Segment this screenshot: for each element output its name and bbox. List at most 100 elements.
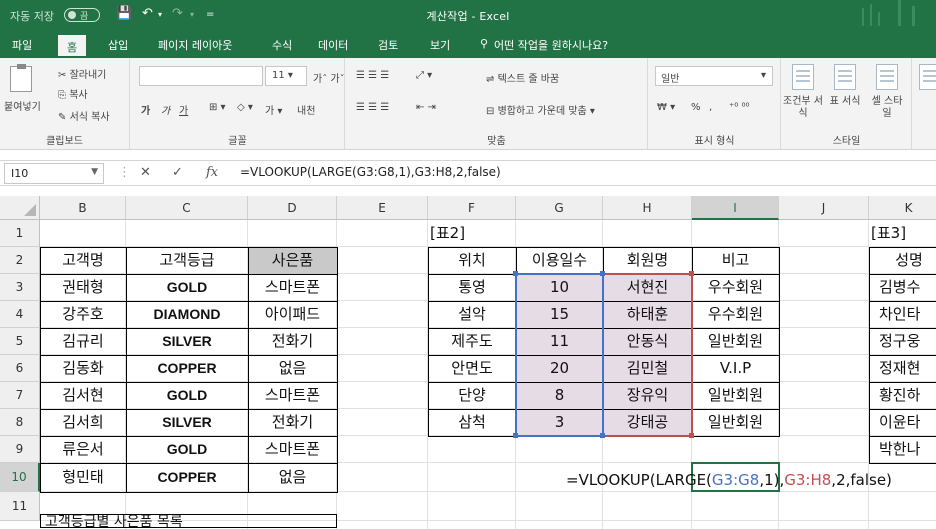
tab-page-layout[interactable]: 페이지 레이아웃 [158, 37, 232, 53]
table3-name[interactable]: 박한나 [869, 436, 936, 463]
table3-name[interactable]: 정재현 [869, 355, 936, 382]
column-header-j[interactable]: J [779, 196, 869, 220]
orientation-icon[interactable]: ⤢ ▾ [416, 70, 432, 81]
table1-grade[interactable]: COPPER [126, 463, 248, 492]
table1-gift[interactable]: 스마트폰 [248, 436, 337, 463]
column-header-d[interactable]: D [248, 196, 337, 220]
tab-insert[interactable]: 삽입 [108, 37, 128, 53]
table1-grade[interactable]: COPPER [126, 355, 248, 382]
range-handle[interactable] [689, 271, 694, 276]
table2-header[interactable]: 이용일수 [516, 247, 603, 274]
font-color-icon[interactable]: 가 ▾ [265, 102, 282, 117]
table1-name[interactable]: 강주호 [40, 301, 126, 328]
table3-name[interactable]: 이윤타 [869, 409, 936, 436]
table2-note[interactable]: 일반회원 [692, 328, 779, 355]
insert-function-icon[interactable]: fx [206, 165, 218, 180]
table1-grade[interactable]: SILVER [126, 409, 248, 436]
paste-icon[interactable] [10, 64, 32, 92]
insert-cells-icon[interactable] [919, 64, 936, 90]
enter-icon[interactable]: ✓ [172, 165, 183, 180]
table1-grade[interactable]: DIAMOND [126, 301, 248, 328]
tab-formulas[interactable]: 수식 [272, 37, 292, 53]
font-name-field[interactable] [139, 66, 263, 86]
table1-name[interactable]: 김서희 [40, 409, 126, 436]
table2-note[interactable]: V.I.P [692, 355, 779, 382]
conditional-format-button[interactable]: 조건부 서식 [782, 96, 824, 120]
row-header-8[interactable]: 8 [0, 409, 40, 436]
column-header-k[interactable]: K [869, 196, 936, 220]
copy-button[interactable]: ⎘ 복사 [58, 86, 88, 101]
table1-gift[interactable]: 아이패드 [248, 301, 337, 328]
conditional-format-icon[interactable] [792, 64, 814, 90]
row-header-5[interactable]: 5 [0, 328, 40, 355]
tab-file[interactable]: 파일 [12, 37, 32, 53]
table3-name[interactable]: 차인타 [869, 301, 936, 328]
indent-icon[interactable]: ⇤ ⇥ [416, 102, 436, 113]
percent-button[interactable]: % [691, 102, 701, 113]
table2-note[interactable]: 우수회원 [692, 301, 779, 328]
table2-note[interactable]: 우수회원 [692, 274, 779, 301]
column-header-g[interactable]: G [516, 196, 603, 220]
table1-header[interactable]: 사은품 [248, 247, 337, 274]
table-format-icon[interactable] [834, 64, 856, 90]
top-align-icon[interactable]: ☰ ☰ ☰ [356, 70, 389, 81]
table1-grade[interactable]: GOLD [126, 382, 248, 409]
cell-styles-button[interactable]: 셀 스타일 [868, 96, 906, 120]
table2-location[interactable]: 통영 [428, 274, 516, 301]
row-header-7[interactable]: 7 [0, 382, 40, 409]
table3-name[interactable]: 황진하 [869, 382, 936, 409]
table1-gift[interactable]: 스마트폰 [248, 274, 337, 301]
table-format-button[interactable]: 표 서식 [828, 96, 862, 108]
wrap-text-button[interactable]: ⇌ 텍스트 줄 바꿈 [486, 70, 559, 85]
row-header-11[interactable]: 11 [0, 492, 40, 521]
italic-button[interactable]: 가 [161, 102, 170, 117]
table1-gift[interactable]: 없음 [248, 463, 337, 492]
select-all-corner[interactable] [0, 196, 40, 220]
formula-input[interactable]: =VLOOKUP(LARGE(G3:G8,1),G3:H8,2,false) [240, 165, 501, 179]
tab-view[interactable]: 보기 [430, 37, 450, 53]
table1-grade[interactable]: GOLD [126, 274, 248, 301]
tab-data[interactable]: 데이터 [318, 37, 348, 53]
cancel-icon[interactable]: ✕ [140, 165, 151, 180]
table1-name[interactable]: 권태형 [40, 274, 126, 301]
table1-gift[interactable]: 전화기 [248, 328, 337, 355]
cell-edit-formula[interactable]: =VLOOKUP(LARGE(G3:G8,1),G3:H8,2,false) [566, 467, 908, 493]
table2-note[interactable]: 일반회원 [692, 382, 779, 409]
range-handle[interactable] [600, 271, 605, 276]
table2-header[interactable]: 비고 [692, 247, 779, 274]
column-header-c[interactable]: C [126, 196, 248, 220]
table1-grade[interactable]: GOLD [126, 436, 248, 463]
decimal-icon[interactable]: ⁺⁰ ⁰⁰ [729, 102, 749, 113]
table1-header[interactable]: 고객등급 [126, 247, 248, 274]
table1-gift[interactable]: 스마트폰 [248, 382, 337, 409]
table1-name[interactable]: 형민태 [40, 463, 126, 492]
range-handle[interactable] [513, 271, 518, 276]
grow-font-icon[interactable]: 가ˆ 가ˇ [313, 70, 345, 85]
table2-location[interactable]: 안면도 [428, 355, 516, 382]
merge-center-button[interactable]: ⊟ 병합하고 가운데 맞춤 ▾ [486, 102, 595, 117]
range-handle[interactable] [600, 433, 605, 438]
table2-label[interactable]: [표2] [428, 220, 516, 247]
cut-button[interactable]: ✂ 잘라내기 [58, 66, 106, 81]
table2-location[interactable]: 단양 [428, 382, 516, 409]
row-header-2[interactable]: 2 [0, 247, 40, 274]
table1-name[interactable]: 김규리 [40, 328, 126, 355]
table2-header[interactable]: 회원명 [603, 247, 692, 274]
table1-name[interactable]: 류은서 [40, 436, 126, 463]
left-align-icon[interactable]: ☰ ☰ ☰ [356, 102, 389, 113]
table3-name[interactable]: 김병수 [869, 274, 936, 301]
phonetic-button[interactable]: 내천 [297, 102, 315, 117]
comma-button[interactable]: , [709, 102, 712, 113]
tell-me-search[interactable]: 어떤 작업을 원하시나요? [494, 37, 608, 53]
table2-location[interactable]: 삼척 [428, 409, 516, 436]
column-header-e[interactable]: E [337, 196, 428, 220]
row-header-10[interactable]: 10 [0, 463, 40, 492]
table2-location[interactable]: 설악 [428, 301, 516, 328]
underline-button[interactable]: 가 [179, 102, 188, 117]
column-header-b[interactable]: B [40, 196, 126, 220]
table1-gift[interactable]: 없음 [248, 355, 337, 382]
table1-header[interactable]: 고객명 [40, 247, 126, 274]
row-header-1[interactable]: 1 [0, 220, 40, 247]
row-header-4[interactable]: 4 [0, 301, 40, 328]
table3-name[interactable]: 정구웅 [869, 328, 936, 355]
